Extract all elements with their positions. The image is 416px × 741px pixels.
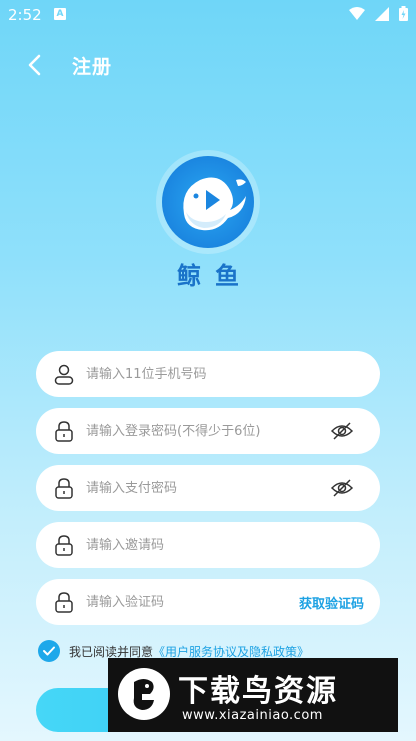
eye-off-icon[interactable] <box>330 476 354 500</box>
check-icon <box>43 646 55 656</box>
signal-icon <box>375 6 389 21</box>
agreement-link[interactable]: 《用户服务协议及隐私政策》 <box>153 643 309 660</box>
login-password-field <box>36 408 380 454</box>
watermark: 下载鸟资源 www.xiazainiao.com <box>108 658 398 732</box>
pay-password-input[interactable] <box>86 465 316 511</box>
whale-logo-icon <box>183 177 246 231</box>
verify-code-input[interactable] <box>86 579 276 625</box>
phone-field <box>36 351 380 397</box>
pay-password-field <box>36 465 380 511</box>
battery-icon <box>399 6 408 21</box>
app-name: 鲸鱼 <box>177 262 253 290</box>
header: 注册 <box>0 44 416 84</box>
agreement-text: 我已阅读并同意 <box>69 644 154 659</box>
login-password-input[interactable] <box>86 408 316 454</box>
watermark-logo <box>118 668 170 720</box>
invite-code-input[interactable] <box>86 522 316 568</box>
app-notification-icon: A <box>54 8 66 20</box>
lock-icon <box>55 421 73 442</box>
agreement-checkbox[interactable] <box>38 640 60 662</box>
get-code-button[interactable]: 获取验证码 <box>299 593 364 612</box>
bird-icon <box>133 679 154 710</box>
app-logo <box>162 156 254 248</box>
chevron-left-icon <box>28 54 41 76</box>
watermark-url: www.xiazainiao.com <box>182 708 323 723</box>
invite-code-field <box>36 522 380 568</box>
eye-off-icon[interactable] <box>330 419 354 443</box>
status-bar: 2:52 A <box>0 0 416 30</box>
status-icons <box>349 6 408 21</box>
lock-icon <box>55 535 73 556</box>
wifi-icon <box>349 6 365 20</box>
user-icon <box>54 364 74 385</box>
lock-icon <box>55 592 73 613</box>
watermark-title: 下载鸟资源 <box>178 674 338 709</box>
status-time: 2:52 <box>8 6 42 24</box>
back-button[interactable] <box>22 52 48 78</box>
lock-icon <box>55 478 73 499</box>
phone-input[interactable] <box>86 351 316 397</box>
verify-code-field: 获取验证码 <box>36 579 380 625</box>
page-title: 注册 <box>72 56 113 78</box>
